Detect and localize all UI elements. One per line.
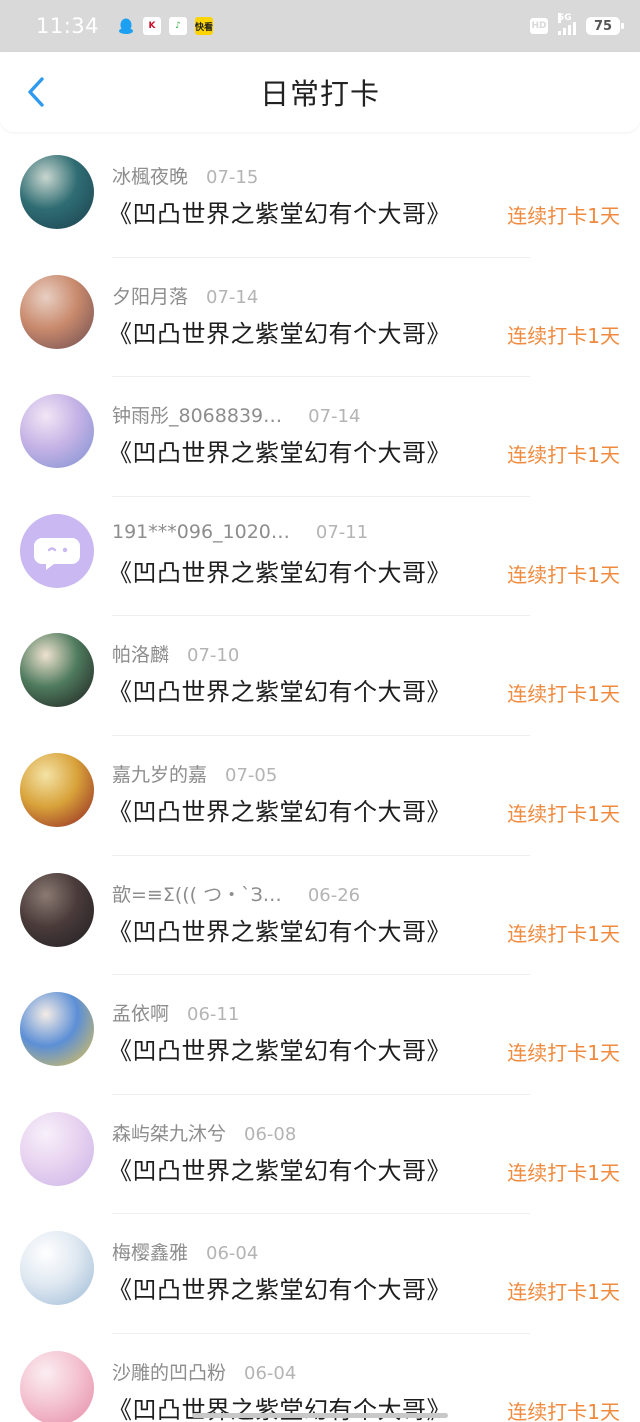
user-avatar[interactable] xyxy=(20,155,94,229)
streak-label: 连续打卡1天 xyxy=(507,562,620,587)
user-avatar[interactable] xyxy=(20,274,94,349)
book-title[interactable]: 《凹凸世界之紫堂幻有个大哥》 xyxy=(108,672,451,707)
user-avatar[interactable] xyxy=(20,633,94,708)
user-meta: 冰楓夜晚 07-15 xyxy=(112,162,258,189)
network-label: 5G xyxy=(558,13,572,23)
checkin-row[interactable]: 孟依啊 06-11 《凹凸世界之紫堂幻有个大哥》 连续打卡1天 xyxy=(0,975,640,1095)
checkin-row[interactable]: 钟雨彤_8068839… 07-14 《凹凸世界之紫堂幻有个大哥》 连续打卡1天 xyxy=(0,377,640,497)
user-meta: 森屿桀九沐兮 06-08 xyxy=(112,1119,296,1146)
user-meta: 夕阳月落 07-14 xyxy=(112,282,258,309)
streak-label: 连续打卡1天 xyxy=(507,1160,620,1185)
user-avatar[interactable] xyxy=(20,872,94,947)
streak-label: 连续打卡1天 xyxy=(507,323,620,348)
streak-label: 连续打卡1天 xyxy=(507,802,620,826)
checkin-date: 07-15 xyxy=(206,167,259,188)
book-title[interactable]: 《凹凸世界之紫堂幻有个大哥》 xyxy=(108,553,451,588)
checkin-date: 06-26 xyxy=(307,884,361,906)
status-bar: 11:34 K ♪ 快看 HD 5G 75 xyxy=(0,0,640,52)
book-title[interactable]: 《凹凸世界之紫堂幻有个大哥》 xyxy=(108,792,451,827)
user-name[interactable]: 191***096_1020… xyxy=(112,521,290,543)
streak-label: 连续打卡1天 xyxy=(507,204,620,228)
checkin-row[interactable]: 帕洛麟 07-10 《凹凸世界之紫堂幻有个大哥》 连续打卡1天 xyxy=(0,616,640,736)
hd-icon: HD xyxy=(530,18,548,34)
checkin-row[interactable]: 沙雕的凹凸粉 06-04 《凹凸世界之紫堂幻有个大哥》 连续打卡1天 xyxy=(0,1334,640,1422)
music-icon: ♪ xyxy=(169,17,188,35)
user-name[interactable]: 森屿桀九沐兮 xyxy=(112,1119,226,1146)
checkin-row[interactable]: 冰楓夜晚 07-15 《凹凸世界之紫堂幻有个大哥》 连续打卡1天 xyxy=(0,138,640,258)
streak-label: 连续打卡1天 xyxy=(507,1041,620,1066)
book-title[interactable]: 《凹凸世界之紫堂幻有个大哥》 xyxy=(108,912,451,947)
chat-bubble-icon xyxy=(34,537,80,570)
checkin-row[interactable]: 夕阳月落 07-14 《凹凸世界之紫堂幻有个大哥》 连续打卡1天 xyxy=(0,258,640,378)
user-name[interactable]: 沙雕的凹凸粉 xyxy=(112,1358,226,1385)
user-meta: 歆=≡Σ((( つ・`З… 06-26 xyxy=(112,880,360,907)
checkin-date: 07-11 xyxy=(315,521,369,543)
checkin-row[interactable]: 191***096_1020… 07-11 《凹凸世界之紫堂幻有个大哥》 连续打卡1天 xyxy=(0,497,640,617)
kfc-icon: K xyxy=(143,17,162,35)
user-avatar[interactable] xyxy=(20,394,94,469)
home-indicator[interactable] xyxy=(192,1413,448,1418)
streak-label: 连续打卡1天 xyxy=(507,682,620,707)
user-avatar[interactable] xyxy=(20,1351,94,1422)
user-name[interactable]: 帕洛麟 xyxy=(112,640,169,667)
user-name[interactable]: 冰楓夜晚 xyxy=(112,162,188,189)
user-avatar[interactable] xyxy=(20,753,94,827)
kuaikan-icon: 快看 xyxy=(195,17,213,35)
checkin-date: 06-04 xyxy=(206,1243,259,1265)
checkin-date: 06-08 xyxy=(244,1123,297,1145)
back-button[interactable] xyxy=(18,74,54,110)
user-meta: 嘉九岁的嘉 07-05 xyxy=(112,760,277,787)
streak-label: 连续打卡1天 xyxy=(507,1400,620,1422)
book-title[interactable]: 《凹凸世界之紫堂幻有个大哥》 xyxy=(108,1270,451,1305)
navigation-bar: 日常打卡 xyxy=(0,52,640,132)
checkin-date: 07-14 xyxy=(206,286,259,308)
user-name[interactable]: 钟雨彤_8068839… xyxy=(112,401,282,428)
user-name[interactable]: 孟依啊 xyxy=(112,999,169,1026)
user-name[interactable]: 梅樱鑫雅 xyxy=(112,1238,188,1265)
book-title[interactable]: 《凹凸世界之紫堂幻有个大哥》 xyxy=(108,314,451,349)
user-avatar[interactable] xyxy=(20,1231,94,1306)
checkin-date: 07-10 xyxy=(187,645,240,667)
checkin-row[interactable]: 嘉九岁的嘉 07-05 《凹凸世界之紫堂幻有个大哥》 连续打卡1天 xyxy=(0,736,640,856)
status-indicators: HD 5G 75 xyxy=(530,13,624,35)
user-meta: 钟雨彤_8068839… 07-14 xyxy=(112,401,360,428)
user-meta: 帕洛麟 07-10 xyxy=(112,640,239,667)
user-meta: 梅樱鑫雅 06-04 xyxy=(112,1238,258,1265)
user-name[interactable]: 嘉九岁的嘉 xyxy=(112,760,207,787)
checkin-row[interactable]: 森屿桀九沐兮 06-08 《凹凸世界之紫堂幻有个大哥》 连续打卡1天 xyxy=(0,1095,640,1215)
streak-label: 连续打卡1天 xyxy=(507,443,620,468)
chevron-left-icon xyxy=(28,77,44,107)
book-title[interactable]: 《凹凸世界之紫堂幻有个大哥》 xyxy=(108,194,451,229)
book-title[interactable]: 《凹凸世界之紫堂幻有个大哥》 xyxy=(108,1031,451,1066)
page-title: 日常打卡 xyxy=(259,77,380,111)
status-time: 11:34 xyxy=(36,14,100,38)
streak-label: 连续打卡1天 xyxy=(507,921,620,946)
user-avatar[interactable] xyxy=(20,1111,94,1186)
signal-icon: 5G xyxy=(558,13,576,35)
user-name[interactable]: 歆=≡Σ((( つ・`З… xyxy=(112,880,282,907)
user-meta: 沙雕的凹凸粉 06-04 xyxy=(112,1358,296,1385)
checkin-date: 06-04 xyxy=(244,1363,297,1384)
user-meta: 孟依啊 06-11 xyxy=(112,999,239,1026)
user-name[interactable]: 夕阳月落 xyxy=(112,282,188,309)
checkin-date: 06-11 xyxy=(187,1004,240,1026)
book-title[interactable]: 《凹凸世界之紫堂幻有个大哥》 xyxy=(108,1151,451,1186)
user-meta: 191***096_1020… 07-11 xyxy=(112,521,368,543)
qq-icon xyxy=(117,17,136,35)
user-avatar[interactable] xyxy=(20,513,94,588)
checkin-date: 07-05 xyxy=(225,765,278,786)
battery-icon: 75 xyxy=(586,17,624,35)
streak-label: 连续打卡1天 xyxy=(507,1280,620,1305)
checkin-row[interactable]: 歆=≡Σ((( つ・`З… 06-26 《凹凸世界之紫堂幻有个大哥》 连续打卡1天 xyxy=(0,856,640,976)
checkin-date: 07-14 xyxy=(308,406,361,428)
book-title[interactable]: 《凹凸世界之紫堂幻有个大哥》 xyxy=(108,433,451,468)
status-app-icons: K ♪ 快看 xyxy=(117,17,213,35)
checkin-row[interactable]: 梅樱鑫雅 06-04 《凹凸世界之紫堂幻有个大哥》 连续打卡1天 xyxy=(0,1214,640,1334)
user-avatar[interactable] xyxy=(20,992,94,1067)
